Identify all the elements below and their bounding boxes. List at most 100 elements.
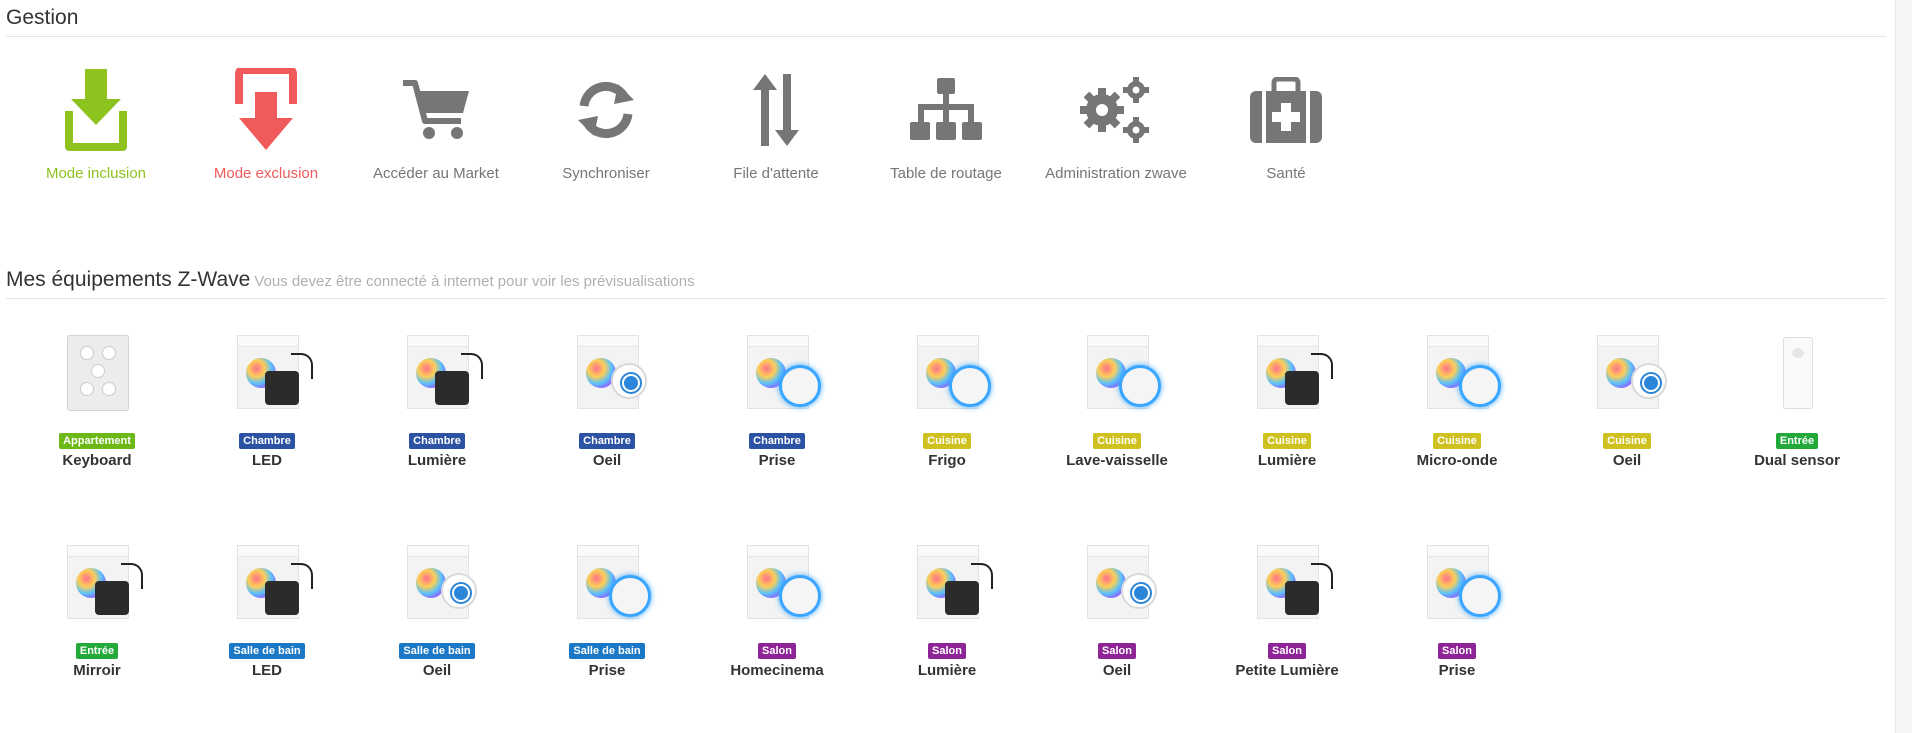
download-tray-icon xyxy=(11,55,181,165)
device-thumbnail xyxy=(387,323,487,423)
device-image-part xyxy=(1428,336,1488,347)
device-card[interactable]: Chambre LED xyxy=(182,323,352,469)
room-badge: Salon xyxy=(1438,643,1476,659)
device-image-part xyxy=(80,346,94,360)
room-badge: Cuisine xyxy=(1093,433,1141,449)
room-badge: Chambre xyxy=(749,433,805,449)
equipements-title-text: Mes équipements Z-Wave xyxy=(6,268,251,291)
table-routage-button[interactable]: Table de routage xyxy=(861,55,1031,182)
device-image-part xyxy=(945,563,993,615)
device-card[interactable]: Salle de bain Oeil xyxy=(352,533,522,679)
device-image-part xyxy=(1119,365,1161,407)
device-name: Lumière xyxy=(1257,452,1317,469)
device-image-part xyxy=(1121,573,1157,609)
device-name: Dual sensor xyxy=(1754,452,1840,469)
room-badge: Chambre xyxy=(579,433,635,449)
device-image-part xyxy=(1428,546,1488,557)
device-image-part xyxy=(95,563,143,615)
market-label: Accéder au Market xyxy=(373,165,499,182)
device-card[interactable]: Cuisine Lumière xyxy=(1202,323,1372,469)
device-image-part xyxy=(68,546,128,557)
mode-inclusion-button[interactable]: Mode inclusion xyxy=(11,55,181,182)
sync-icon xyxy=(521,55,691,165)
device-name: Oeil xyxy=(1102,662,1132,679)
device-image-part xyxy=(611,363,647,399)
device-name: Prise xyxy=(1438,662,1476,679)
table-routage-label: Table de routage xyxy=(890,165,1002,182)
gestion-title: Gestion xyxy=(6,6,1886,37)
device-image-part xyxy=(748,336,808,347)
device-image-part xyxy=(441,573,477,609)
device-card[interactable]: Chambre Lumière xyxy=(352,323,522,469)
device-card[interactable]: Salon Prise xyxy=(1372,533,1542,679)
device-thumbnail xyxy=(387,533,487,633)
room-badge: Salon xyxy=(928,643,966,659)
gears-icon xyxy=(1031,55,1201,165)
device-thumbnail xyxy=(727,323,827,423)
mode-exclusion-button[interactable]: Mode exclusion xyxy=(181,55,351,182)
device-image-part xyxy=(265,353,313,405)
device-card[interactable]: Chambre Oeil xyxy=(522,323,692,469)
market-button[interactable]: Accéder au Market xyxy=(351,55,521,182)
device-name: Prise xyxy=(758,452,796,469)
device-image-part xyxy=(1285,563,1333,615)
device-name: Oeil xyxy=(422,662,452,679)
device-image-part xyxy=(67,335,129,411)
device-image-part xyxy=(609,575,651,617)
shopping-cart-icon xyxy=(351,55,521,165)
sort-arrows-icon xyxy=(691,55,861,165)
device-image-part xyxy=(435,353,483,405)
device-card[interactable]: Salon Lumière xyxy=(862,533,1032,679)
device-card[interactable]: Salle de bain LED xyxy=(182,533,352,679)
device-image-part xyxy=(1285,353,1333,405)
file-attente-button[interactable]: File d'attente xyxy=(691,55,861,182)
device-card[interactable]: Chambre Prise xyxy=(692,323,862,469)
device-image-part xyxy=(779,575,821,617)
device-card[interactable]: Cuisine Lave-vaisselle xyxy=(1032,323,1202,469)
device-thumbnail xyxy=(1237,323,1337,423)
device-card[interactable]: Entrée Dual sensor xyxy=(1712,323,1882,469)
room-badge: Cuisine xyxy=(1433,433,1481,449)
device-image-part xyxy=(91,364,105,378)
device-image-part xyxy=(1631,363,1667,399)
device-card[interactable]: Salon Oeil xyxy=(1032,533,1202,679)
device-name: Prise xyxy=(588,662,626,679)
room-badge: Chambre xyxy=(239,433,295,449)
device-name: Petite Lumière xyxy=(1235,662,1339,679)
room-badge: Appartement xyxy=(59,433,135,449)
device-image-part xyxy=(1088,546,1148,557)
device-image-part xyxy=(578,546,638,557)
administration-zwave-button[interactable]: Administration zwave xyxy=(1031,55,1201,182)
room-badge: Cuisine xyxy=(1263,433,1311,449)
devices-grid: Appartement Keyboard Chambre LED Chambre Lumi… xyxy=(0,323,1890,723)
device-card[interactable]: Cuisine Frigo xyxy=(862,323,1032,469)
device-thumbnail xyxy=(897,323,997,423)
device-name: Oeil xyxy=(592,452,622,469)
sitemap-icon xyxy=(861,55,1031,165)
room-badge: Salon xyxy=(758,643,796,659)
device-image-part xyxy=(408,336,468,347)
room-badge: Cuisine xyxy=(1603,433,1651,449)
room-badge: Salle de bain xyxy=(569,643,645,659)
synchroniser-button[interactable]: Synchroniser xyxy=(521,55,691,182)
room-badge: Cuisine xyxy=(923,433,971,449)
device-card[interactable]: Salon Petite Lumière xyxy=(1202,533,1372,679)
room-badge: Salle de bain xyxy=(399,643,475,659)
device-image-part xyxy=(1258,336,1318,347)
device-card[interactable]: Salle de bain Prise xyxy=(522,533,692,679)
device-name: Homecinema xyxy=(730,662,824,679)
device-image-part xyxy=(1088,336,1148,347)
device-card[interactable]: Entrée Mirroir xyxy=(12,533,182,679)
sante-button[interactable]: Santé xyxy=(1201,55,1371,182)
device-thumbnail xyxy=(1407,323,1507,423)
medkit-icon xyxy=(1201,55,1371,165)
device-name: Micro-onde xyxy=(1416,452,1498,469)
device-thumbnail xyxy=(217,323,317,423)
room-badge: Salon xyxy=(1268,643,1306,659)
device-card[interactable]: Salon Homecinema xyxy=(692,533,862,679)
mode-inclusion-label: Mode inclusion xyxy=(45,165,147,182)
device-card[interactable]: Appartement Keyboard xyxy=(12,323,182,469)
device-card[interactable]: Cuisine Oeil xyxy=(1542,323,1712,469)
device-card[interactable]: Cuisine Micro-onde xyxy=(1372,323,1542,469)
scrollbar-track[interactable] xyxy=(1895,0,1912,733)
